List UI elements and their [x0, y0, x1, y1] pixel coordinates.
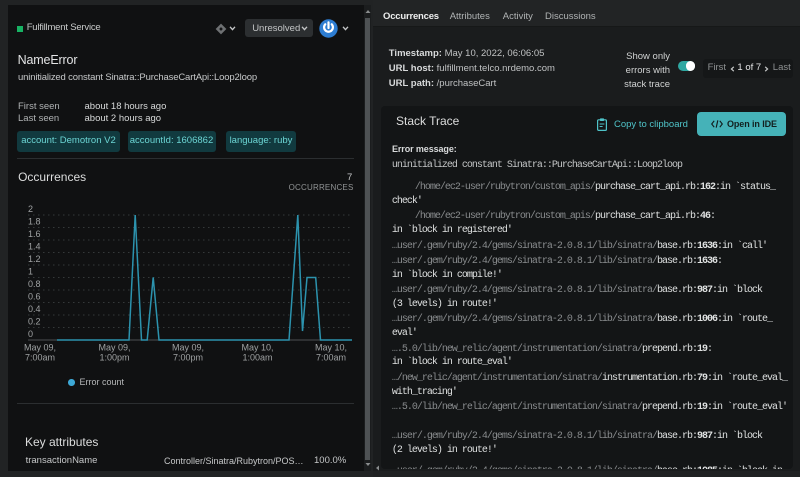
svg-text:0.6: 0.6: [28, 292, 41, 302]
svg-text:1.4: 1.4: [28, 242, 41, 252]
svg-text:1:00am: 1:00am: [242, 353, 272, 363]
svg-text:1:00pm: 1:00pm: [99, 353, 129, 363]
svg-text:May 09,: May 09,: [98, 342, 130, 352]
svg-text:May 09,: May 09,: [172, 342, 204, 352]
svg-text:7:00am: 7:00am: [25, 353, 55, 363]
svg-text:1.6: 1.6: [28, 229, 41, 239]
svg-text:1.8: 1.8: [28, 217, 41, 227]
svg-text:7:00pm: 7:00pm: [173, 353, 203, 363]
svg-text:1: 1: [28, 267, 33, 277]
svg-text:0.2: 0.2: [28, 317, 41, 327]
svg-text:May 10,: May 10,: [241, 342, 273, 352]
svg-text:0: 0: [28, 329, 33, 339]
svg-text:0.8: 0.8: [28, 279, 41, 289]
svg-text:May 09,: May 09,: [24, 342, 56, 352]
svg-text:1.2: 1.2: [28, 254, 41, 264]
svg-text:2: 2: [28, 204, 33, 214]
svg-text:0.4: 0.4: [28, 304, 41, 314]
svg-text:7:00am: 7:00am: [316, 353, 346, 363]
svg-text:May 10,: May 10,: [315, 342, 347, 352]
